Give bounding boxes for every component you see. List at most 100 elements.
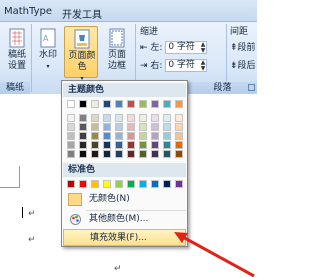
paragraph-group-footer: 段落	[188, 82, 257, 94]
color-swatch[interactable]	[163, 150, 171, 158]
color-swatch[interactable]	[163, 132, 171, 140]
spinner-arrows-icon[interactable]: ▲ ▼	[201, 42, 206, 54]
manuscript-settings-button[interactable]: 稿纸 设置	[2, 26, 32, 78]
color-swatch[interactable]	[151, 132, 159, 140]
color-swatch[interactable]	[127, 141, 135, 149]
color-swatch[interactable]	[175, 132, 183, 140]
color-swatch[interactable]	[175, 123, 183, 131]
chevron-down-icon: ▾	[46, 63, 50, 70]
tab-developer[interactable]: 开发工具	[62, 6, 102, 21]
color-swatch[interactable]	[91, 100, 99, 108]
color-swatch[interactable]	[163, 123, 171, 131]
color-swatch[interactable]	[67, 141, 75, 149]
color-swatch[interactable]	[67, 114, 75, 122]
color-swatch[interactable]	[91, 141, 99, 149]
page-color-icon	[72, 29, 92, 49]
color-swatch[interactable]	[67, 180, 75, 188]
color-swatch[interactable]	[115, 114, 123, 122]
spinner-arrows-icon[interactable]: ▲ ▼	[201, 60, 206, 72]
color-swatch[interactable]	[163, 100, 171, 108]
color-swatch[interactable]	[67, 123, 75, 131]
color-swatch[interactable]	[127, 180, 135, 188]
manuscript-group-footer: 稿纸	[0, 82, 30, 94]
color-swatch[interactable]	[175, 100, 183, 108]
watermark-button[interactable]: A 水印 ▾	[33, 26, 63, 78]
color-swatch[interactable]	[115, 180, 123, 188]
color-swatch[interactable]	[175, 141, 183, 149]
color-swatch[interactable]	[79, 180, 87, 188]
color-swatch[interactable]	[175, 150, 183, 158]
color-swatch[interactable]	[127, 100, 135, 108]
color-swatch[interactable]	[115, 132, 123, 140]
page-border-button[interactable]: 页面 边框	[102, 26, 132, 78]
color-swatch[interactable]	[139, 141, 147, 149]
color-swatch[interactable]	[103, 114, 111, 122]
page-color-button[interactable]: 页面颜色 ▾	[64, 26, 98, 82]
color-swatch[interactable]	[67, 100, 75, 108]
paragraph-group-label: 段落	[213, 83, 232, 93]
color-swatch[interactable]	[163, 114, 171, 122]
standard-colors-header: 标准色	[63, 163, 186, 177]
color-swatch[interactable]	[115, 141, 123, 149]
color-swatch[interactable]	[115, 150, 123, 158]
color-swatch[interactable]	[115, 123, 123, 131]
color-swatch[interactable]	[79, 150, 87, 158]
color-swatch[interactable]	[103, 100, 111, 108]
more-colors-item[interactable]: 其他颜色(M)...	[63, 211, 186, 228]
color-swatch[interactable]	[127, 114, 135, 122]
color-swatch[interactable]	[103, 180, 111, 188]
indent-left-input[interactable]: 0 字符 ▲ ▼	[165, 41, 208, 54]
fill-effects-label: 填充效果(F)...	[90, 233, 147, 243]
color-swatch[interactable]	[91, 123, 99, 131]
color-swatch[interactable]	[139, 180, 147, 188]
color-swatch[interactable]	[103, 123, 111, 131]
color-swatch[interactable]	[91, 180, 99, 188]
color-swatch[interactable]	[103, 141, 111, 149]
color-swatch[interactable]	[151, 100, 159, 108]
color-swatch[interactable]	[91, 132, 99, 140]
no-color-label: 无颜色(N)	[89, 194, 130, 204]
indent-right-label: 右:	[150, 61, 163, 71]
page-color-dropdown: 主题颜色 标准色 无颜色(N) 其他颜色(M)... 填充效果(F)...	[61, 80, 188, 247]
manuscript-label-2: 设置	[7, 61, 26, 71]
color-swatch[interactable]	[139, 114, 147, 122]
manuscript-label-1: 稿纸	[7, 50, 26, 60]
color-swatch[interactable]	[139, 150, 147, 158]
color-swatch[interactable]	[127, 150, 135, 158]
color-swatch[interactable]	[163, 180, 171, 188]
color-swatch[interactable]	[79, 141, 87, 149]
color-swatch[interactable]	[139, 100, 147, 108]
color-swatch[interactable]	[91, 150, 99, 158]
svg-text:A: A	[43, 34, 49, 43]
fill-effects-item[interactable]: 填充效果(F)...	[63, 229, 186, 246]
color-swatch[interactable]	[175, 114, 183, 122]
color-swatch[interactable]	[151, 180, 159, 188]
color-swatch[interactable]	[151, 114, 159, 122]
watermark-icon: A	[38, 28, 58, 48]
color-swatch[interactable]	[79, 123, 87, 131]
color-swatch[interactable]	[79, 100, 87, 108]
no-color-item[interactable]: 无颜色(N)	[63, 191, 186, 208]
color-swatch[interactable]	[67, 150, 75, 158]
indent-left-row: ⇤ 左: 0 字符 ▲ ▼	[140, 40, 208, 54]
color-swatch[interactable]	[139, 132, 147, 140]
color-swatch[interactable]	[127, 123, 135, 131]
color-swatch[interactable]	[139, 123, 147, 131]
color-swatch[interactable]	[103, 150, 111, 158]
color-swatch[interactable]	[103, 132, 111, 140]
color-swatch[interactable]	[163, 141, 171, 149]
paragraph-dialog-launcher-icon[interactable]	[248, 84, 255, 91]
tab-mathtype[interactable]: MathType	[4, 6, 52, 17]
color-swatch[interactable]	[115, 100, 123, 108]
color-swatch[interactable]	[151, 150, 159, 158]
color-swatch[interactable]	[175, 180, 183, 188]
color-swatch[interactable]	[151, 141, 159, 149]
color-swatch[interactable]	[67, 132, 75, 140]
color-swatch[interactable]	[79, 132, 87, 140]
color-swatch[interactable]	[79, 114, 87, 122]
color-swatch[interactable]	[127, 132, 135, 140]
color-swatch[interactable]	[151, 123, 159, 131]
spacing-before-icon: ⇞	[230, 43, 238, 53]
color-swatch[interactable]	[91, 114, 99, 122]
indent-right-input[interactable]: 0 字符 ▲ ▼	[165, 59, 208, 72]
